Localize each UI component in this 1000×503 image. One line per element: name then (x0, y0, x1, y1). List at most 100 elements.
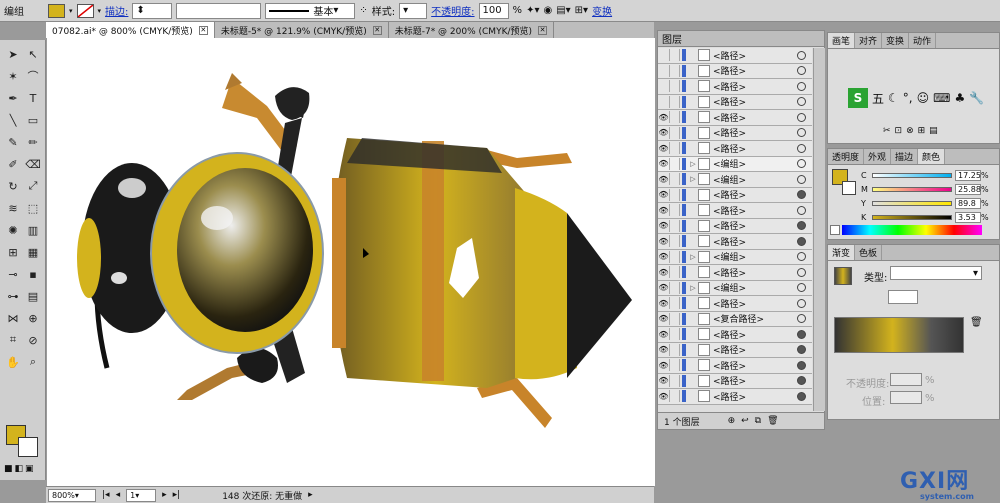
ime-mode-text[interactable]: 五 (872, 90, 884, 107)
lock-toggle[interactable] (670, 312, 680, 325)
lock-toggle[interactable] (670, 235, 680, 248)
visibility-eye-icon[interactable]: 👁 (658, 297, 670, 310)
target-circle-icon[interactable] (797, 360, 806, 370)
doc-tab[interactable]: 07082.ai* @ 800% (CMYK/预览) ✕ (46, 22, 215, 38)
target-circle-icon[interactable] (797, 329, 806, 339)
pencil-tool-icon[interactable]: ✏ (24, 134, 42, 150)
visibility-eye-icon[interactable]: 👁 (658, 173, 670, 186)
target-circle-icon[interactable] (797, 97, 806, 107)
lock-toggle[interactable] (670, 49, 680, 62)
layer-footer-icons[interactable]: ⊕↩⧉🗑 (728, 416, 785, 426)
lock-toggle[interactable] (670, 95, 680, 108)
status-menu-icon[interactable]: ▸ (308, 490, 313, 500)
lock-toggle[interactable] (670, 219, 680, 232)
lock-toggle[interactable] (670, 64, 680, 77)
visibility-eye-icon[interactable]: 👁 (658, 111, 670, 124)
live-paint-tool-icon[interactable]: ⊶ (4, 288, 22, 304)
target-circle-icon[interactable] (797, 376, 806, 386)
gradient-thumbnail[interactable] (834, 267, 852, 285)
layer-row[interactable]: 👁 <路径> (658, 234, 812, 250)
visibility-eye-icon[interactable]: 👁 (658, 281, 670, 294)
visibility-eye-icon[interactable]: 👁 (658, 235, 670, 248)
cmyk-value-field[interactable]: 89.8 (955, 197, 981, 209)
gradient-tool-icon[interactable]: ▦ (24, 244, 42, 260)
none-swatch[interactable] (830, 225, 840, 235)
panel-tab[interactable]: 透明度 (828, 149, 865, 164)
tools-icon[interactable]: ♣ (954, 91, 965, 105)
visibility-eye-icon[interactable] (658, 64, 670, 77)
target-circle-icon[interactable] (797, 236, 806, 246)
target-circle-icon[interactable] (797, 205, 806, 215)
layer-row[interactable]: 👁 <路径> (658, 125, 812, 141)
layer-row[interactable]: 👁 <路径> (658, 296, 812, 312)
pen-tool-icon[interactable]: ✒ (4, 90, 22, 106)
doc-tab[interactable]: 未标题-7* @ 200% (CMYK/预览) ✕ (388, 22, 555, 38)
lock-toggle[interactable] (670, 173, 680, 186)
zoom-tool-icon[interactable]: ⌕ (24, 354, 42, 370)
direct-selection-tool-icon[interactable]: ↖ (24, 46, 42, 62)
visibility-eye-icon[interactable] (658, 49, 670, 62)
lock-toggle[interactable] (670, 188, 680, 201)
target-circle-icon[interactable] (797, 221, 806, 231)
moon-icon[interactable]: ☾ (888, 91, 899, 105)
lock-toggle[interactable] (670, 281, 680, 294)
symbol-sprayer-tool-icon[interactable]: ✺ (4, 222, 22, 238)
cmyk-slider[interactable] (872, 186, 952, 192)
stroke-weight-field[interactable]: ⬍ (132, 2, 173, 19)
visibility-eye-icon[interactable]: 👁 (658, 219, 670, 232)
layer-row[interactable]: 👁 <路径> (658, 373, 812, 389)
gradient-opacity-field[interactable] (890, 373, 922, 386)
visibility-eye-icon[interactable]: 👁 (658, 390, 670, 403)
visibility-eye-icon[interactable] (658, 80, 670, 93)
target-circle-icon[interactable] (797, 159, 806, 169)
lock-toggle[interactable] (670, 359, 680, 372)
visibility-eye-icon[interactable]: 👁 (658, 374, 670, 387)
panel-tab[interactable]: 对齐 (855, 33, 883, 48)
lock-toggle[interactable] (670, 126, 680, 139)
target-circle-icon[interactable] (797, 283, 806, 293)
next-page-icon[interactable]: ▸ (162, 490, 167, 500)
target-circle-icon[interactable] (797, 298, 806, 308)
cmyk-value-field[interactable]: 3.53 (955, 211, 981, 223)
visibility-eye-icon[interactable]: 👁 (658, 188, 670, 201)
panel-tab[interactable]: 渐变 (828, 245, 856, 260)
live-paint-selection-icon[interactable]: ▤ (24, 288, 42, 304)
visibility-eye-icon[interactable]: 👁 (658, 343, 670, 356)
lock-toggle[interactable] (670, 157, 680, 170)
panel-tab[interactable]: 描边 (891, 149, 919, 164)
align-icon[interactable]: ▤▾ (556, 5, 570, 16)
draw-mode-icons[interactable]: ■◧▣ (4, 464, 36, 474)
rotate-tool-icon[interactable]: ↻ (4, 178, 22, 194)
target-circle-icon[interactable] (797, 50, 806, 60)
target-circle-icon[interactable] (797, 112, 806, 122)
close-icon[interactable]: ✕ (198, 25, 208, 35)
target-circle-icon[interactable] (797, 252, 806, 262)
layer-row[interactable]: 👁 <路径> (658, 187, 812, 203)
layer-row[interactable]: 👁 <路径> (658, 141, 812, 157)
artboard-canvas[interactable] (47, 38, 655, 486)
visibility-eye-icon[interactable]: 👁 (658, 312, 670, 325)
lock-toggle[interactable] (670, 390, 680, 403)
brush-panel-icons[interactable]: ✂⊡⊗⊞▤ (883, 126, 942, 136)
target-circle-icon[interactable] (797, 314, 806, 324)
layer-row[interactable]: 👁 <路径> (658, 218, 812, 234)
layer-row[interactable]: 👁 ▷ <编组> (658, 249, 812, 265)
panel-tab[interactable]: 颜色 (918, 149, 946, 164)
layer-row[interactable]: 👁 <复合路径> (658, 311, 812, 327)
expand-triangle-icon[interactable]: ▷ (688, 175, 698, 183)
visibility-eye-icon[interactable]: 👁 (658, 266, 670, 279)
gradient-angle-field[interactable] (888, 290, 918, 304)
fill-stroke-proxy[interactable] (832, 169, 858, 199)
lock-toggle[interactable] (670, 374, 680, 387)
warp-tool-icon[interactable]: ≋ (4, 200, 22, 216)
target-circle-icon[interactable] (797, 128, 806, 138)
layer-row[interactable]: 👁 <路径> (658, 203, 812, 219)
blob-brush-tool-icon[interactable]: ✐ (4, 156, 22, 172)
lock-toggle[interactable] (670, 111, 680, 124)
layer-row[interactable]: <路径> (658, 63, 812, 79)
target-circle-icon[interactable] (797, 267, 806, 277)
layer-row[interactable]: <路径> (658, 79, 812, 95)
panel-tab[interactable]: 外观 (864, 149, 892, 164)
visibility-eye-icon[interactable] (658, 95, 670, 108)
type-tool-icon[interactable]: T (24, 90, 42, 106)
